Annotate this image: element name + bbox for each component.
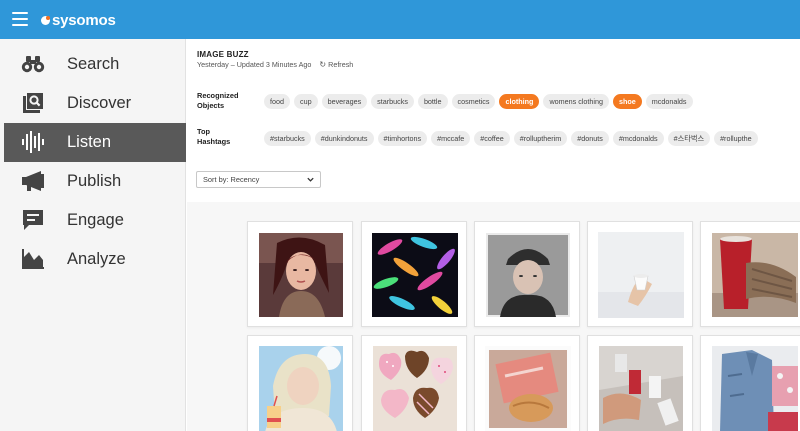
object-tag[interactable]: starbucks [371,94,414,109]
sidebar-item-label: Discover [67,94,132,112]
sidebar-item-label: Engage [67,211,124,229]
megaphone-icon [20,170,46,192]
top-bar: sysomos [0,0,800,39]
discover-icon [20,92,46,114]
refresh-label: Refresh [328,60,354,69]
page-subtitle: Yesterday – Updated 3 Minutes Ago ↻ Refr… [197,60,353,69]
image-card[interactable] [474,221,580,327]
image-card[interactable] [700,335,800,431]
object-tag[interactable]: food [264,94,290,109]
hashtag-tag[interactable]: #rolluptherim [513,131,568,146]
image-card[interactable] [361,335,467,431]
area-chart-icon [20,248,46,270]
main-panel: IMAGE BUZZ Yesterday – Updated 3 Minutes… [187,39,800,431]
hashtag-tag[interactable]: #mcdonalds [612,131,664,146]
image-card[interactable] [247,335,353,431]
hashtag-tag[interactable]: #스타벅스 [667,131,711,146]
hashtag-tag[interactable]: #rollupthe [714,131,758,146]
recognized-objects-label: Recognized Objects [197,91,239,110]
sidebar-item-label: Publish [67,172,122,190]
photo-pink-bag-pastry [485,346,571,431]
hashtag-tag[interactable]: #timhortons [377,131,428,146]
sidebar-item-label: Listen [67,133,112,151]
sidebar-item-label: Search [67,55,120,73]
photo-red-cup-knit-sleeve [712,233,798,317]
image-card[interactable] [587,335,693,431]
object-tag[interactable]: mcdonalds [645,94,693,109]
photo-person-cap-selfie [486,233,570,317]
sidebar-item-engage[interactable]: Engage [0,201,186,240]
hashtag-tag[interactable]: #dunkindonuts [314,131,374,146]
object-tag[interactable]: cup [294,94,318,109]
object-tag-selected[interactable]: clothing [499,94,540,109]
logo-mark-icon [41,15,50,25]
object-tag[interactable]: womens clothing [543,94,609,109]
photo-denim-jacket-flatlay [712,346,798,431]
object-tag[interactable]: bottle [417,94,448,109]
sidebar-item-label: Analyze [67,250,126,268]
object-tag-selected[interactable]: shoe [612,94,642,109]
brand-name: sysomos [52,11,116,29]
chevron-down-icon [307,177,314,182]
top-hashtags-label: Top Hashtags [197,127,231,146]
recognized-objects-tags: food cup beverages starbucks bottle cosm… [264,94,693,109]
refresh-button[interactable]: ↻ Refresh [319,60,353,69]
image-card[interactable] [587,221,693,327]
sidebar: Search Discover Listen Publish Engage An… [0,39,186,431]
image-card[interactable] [247,221,353,327]
sort-dropdown[interactable]: Sort by: Recency [196,171,321,188]
sidebar-item-search[interactable]: Search [0,45,186,84]
update-status: Yesterday – Updated 3 Minutes Ago [197,60,312,69]
soundwave-icon [20,131,46,153]
refresh-icon: ↻ [319,60,327,69]
object-tag[interactable]: cosmetics [451,94,496,109]
photo-heart-donuts [373,346,457,431]
object-tag[interactable]: beverages [321,94,368,109]
hashtag-tag[interactable]: #mccafe [431,131,471,146]
photo-cups-on-floor [599,346,683,431]
hashtag-tag[interactable]: #coffee [474,131,510,146]
chat-icon [20,209,46,231]
sort-value: Sort by: Recency [203,175,260,184]
hashtag-tag[interactable]: #starbucks [264,131,311,146]
hashtag-tag[interactable]: #donuts [571,131,609,146]
sidebar-item-publish[interactable]: Publish [0,162,186,201]
photo-woman-red-hair-portrait [259,233,343,317]
page-title: IMAGE BUZZ [197,50,249,59]
sidebar-item-listen[interactable]: Listen [4,123,186,162]
image-card[interactable] [474,335,580,431]
photo-colorful-feathers-pattern [372,233,458,317]
binoculars-icon [20,53,46,75]
photo-girl-with-drink-selfie [259,346,343,431]
menu-icon[interactable] [12,12,28,26]
image-card[interactable] [700,221,800,327]
photo-hand-holding-small-cup [598,232,684,318]
top-hashtags-tags: #starbucks #dunkindonuts #timhortons #mc… [264,131,800,146]
brand-logo[interactable]: sysomos [41,11,116,29]
image-card[interactable] [361,221,467,327]
sidebar-item-discover[interactable]: Discover [0,84,186,123]
sidebar-item-analyze[interactable]: Analyze [0,240,186,279]
